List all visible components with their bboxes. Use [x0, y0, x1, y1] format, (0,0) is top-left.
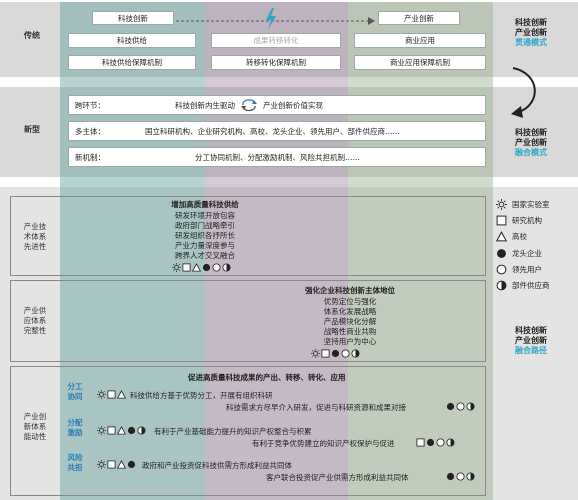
- cross-link-left: 科技创新内生驱动: [175, 100, 235, 110]
- sub-risk-label: 风险 共担: [67, 453, 83, 472]
- filled-circle-icon: [331, 349, 340, 358]
- tech-supply-box: 科技供给: [68, 33, 196, 48]
- s1-title: 增加高质量科技供给: [171, 200, 239, 209]
- multi-subject-text: 国立科研机构、企业研究机构、高校、龙头企业、领先用户、部件供应商……: [145, 126, 400, 136]
- sub3-actors-right: [446, 472, 475, 481]
- square-icon: [182, 263, 191, 272]
- square-icon: [496, 215, 507, 226]
- s2-lines: 优势定位与强化 体系化发展战略 产品模块化分解 战略性商业共购 坚持用户为中心: [323, 297, 377, 346]
- title-fusion-mode: 科技创新 产业创新 融合模式: [515, 128, 547, 157]
- sub2-actors-right: [416, 438, 455, 447]
- tech-supply-mech-box: 科技供给保障机制: [68, 55, 196, 70]
- multi-subject-label: 多主体：: [75, 126, 105, 136]
- filled-circle-icon: [127, 426, 136, 435]
- section-complete-label: 产业供 应体系 完整性: [23, 306, 47, 335]
- sub3-line2: 客户联合投资促产业供需方形成利益共同体: [266, 473, 409, 482]
- cross-link-row: 跨环节： 科技创新内生驱动 产业创新价值实现: [68, 95, 486, 115]
- curved-arrow: [505, 64, 545, 124]
- title-through-mode: 科技创新 产业创新 贯通模式: [515, 18, 547, 47]
- section-dynamic-label: 产业创 新体系 能动性: [23, 412, 47, 441]
- filled-circle-icon: [497, 249, 506, 258]
- new-mechanism-text: 分工协同机制、分配激励机制、风险共担机制……: [195, 152, 360, 162]
- cross-link-label: 跨环节：: [75, 100, 105, 110]
- filled-circle-icon: [202, 263, 211, 272]
- new-model-label: 新型: [24, 125, 40, 134]
- sun-icon: [97, 460, 106, 469]
- square-icon: [321, 349, 330, 358]
- circle-icon: [456, 472, 465, 481]
- cycle-icon: [240, 99, 258, 111]
- title-fusion-path: 科技创新 产业创新 融合路径: [515, 326, 547, 355]
- sub1-actors-left: [97, 390, 126, 399]
- triangle-icon: [117, 390, 126, 399]
- legend-university: 高校: [496, 231, 527, 242]
- s2-actors: [311, 349, 360, 358]
- sub2-actors-left: [97, 426, 146, 435]
- sun-icon: [97, 390, 106, 399]
- s2-title: 强化企业科技创新主体地位: [305, 286, 395, 295]
- square-icon: [416, 438, 425, 447]
- sun-icon: [97, 426, 106, 435]
- science-innovation-box: 科技创新: [92, 11, 174, 25]
- half-circle-icon: [466, 402, 475, 411]
- sub-division-label: 分工 协同: [67, 382, 83, 401]
- legend-leading-enterprise: 龙头企业: [496, 248, 542, 259]
- half-circle-icon: [137, 426, 146, 435]
- commercial-mech-box: 商业应用保障机制: [354, 55, 486, 70]
- sub3-actors-left: [97, 460, 136, 469]
- sub1-line1: 科技供给方基于优势分工，开展有组织科研: [130, 391, 273, 400]
- sun-icon: [172, 263, 181, 272]
- triangle-icon: [496, 231, 507, 242]
- legend-lead-user: 领先用户: [496, 264, 542, 275]
- s1-actors: [172, 263, 231, 272]
- cross-link-right: 产业创新价值实现: [263, 100, 323, 110]
- multi-subject-row: 多主体： 国立科研机构、企业研究机构、高校、龙头企业、领先用户、部件供应商……: [68, 121, 486, 141]
- square-icon: [107, 390, 116, 399]
- half-circle-icon: [222, 263, 231, 272]
- traditional-label: 传统: [24, 31, 40, 40]
- legend-component-supplier: 部件供应商: [496, 280, 550, 291]
- square-icon: [107, 460, 116, 469]
- circle-icon: [212, 263, 221, 272]
- filled-circle-icon: [446, 402, 455, 411]
- half-circle-icon: [351, 349, 360, 358]
- sub2-line2: 有利于竞争优势建立的知识产权保护与促进: [252, 439, 395, 448]
- s3-title: 促进高质量科技成果的产出、转移、转化、应用: [188, 373, 346, 382]
- circle-icon: [456, 402, 465, 411]
- section-advanced-label: 产业技 术体系 先进性: [23, 222, 47, 251]
- circle-icon: [436, 438, 445, 447]
- circle-icon: [496, 264, 507, 275]
- transfer-box: 成果转移转化: [211, 33, 341, 48]
- half-circle-icon: [496, 280, 507, 291]
- triangle-icon: [192, 263, 201, 272]
- filled-circle-icon: [127, 460, 136, 469]
- lightning-icon: [264, 8, 278, 30]
- sun-icon: [311, 349, 320, 358]
- filled-circle-icon: [426, 438, 435, 447]
- new-mechanism-row: 新机制： 分工协同机制、分配激励机制、风险共担机制……: [68, 147, 486, 167]
- transfer-mech-box: 转移转化保障机制: [211, 55, 341, 70]
- new-mechanism-label: 新机制：: [75, 152, 105, 162]
- half-circle-icon: [446, 438, 455, 447]
- industry-innovation-box: 产业创新: [378, 11, 460, 25]
- half-circle-icon: [466, 472, 475, 481]
- legend-national-lab: 国家实验室: [496, 199, 550, 210]
- sun-icon: [496, 199, 507, 210]
- sub1-line2: 科技需求方尽早介入研发，促进与科研资源和成果对接: [226, 403, 406, 412]
- square-icon: [107, 426, 116, 435]
- triangle-icon: [117, 426, 126, 435]
- sub-distribution-label: 分配 激励: [67, 418, 83, 437]
- filled-circle-icon: [446, 472, 455, 481]
- commercial-box: 商业应用: [354, 33, 486, 48]
- sub2-line1: 有利于产业基础能力提升的知识产权整合与积累: [154, 427, 312, 436]
- s1-lines: 研发环境开放包容 政府部门战略牵引 研发组织各抒所长 产业力量深度参与 跨界人才交叉融合: [175, 211, 235, 260]
- sub3-line1: 政府和产业投资促科技供需方形成利益共同体: [142, 461, 292, 470]
- circle-icon: [341, 349, 350, 358]
- triangle-icon: [117, 460, 126, 469]
- sub1-actors-right: [446, 402, 475, 411]
- legend-research-institute: 研究机构: [496, 215, 542, 226]
